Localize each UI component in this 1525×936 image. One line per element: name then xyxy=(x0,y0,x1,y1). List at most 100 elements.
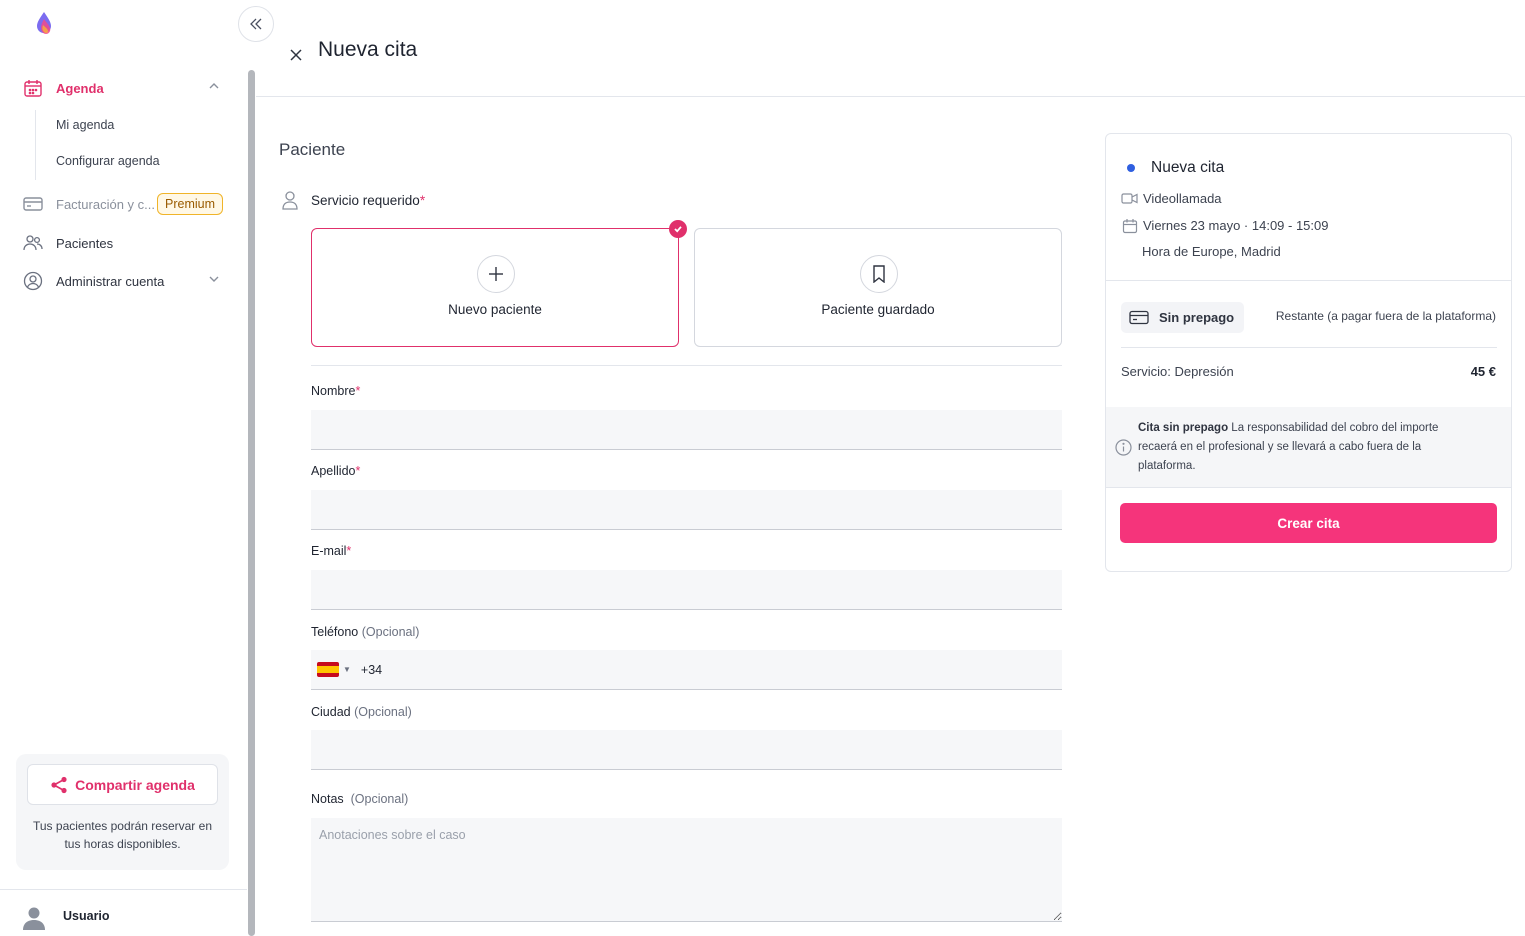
service-label-text: Servicio requerido xyxy=(311,192,420,208)
user-icon xyxy=(282,191,298,210)
bookmark-icon xyxy=(860,255,898,293)
share-agenda-box: Compartir agenda Tus pacientes podrán re… xyxy=(16,754,229,870)
required-mark: * xyxy=(346,544,352,558)
check-icon xyxy=(669,220,687,238)
sidebar-item-label: Administrar cuenta xyxy=(56,273,165,289)
appointment-summary: Nueva cita Videollamada Viernes 23 mayo … xyxy=(1105,133,1512,572)
service-price: 45 € xyxy=(1470,364,1496,379)
info-icon xyxy=(1115,439,1132,456)
users-icon xyxy=(22,232,44,254)
apellido-input[interactable] xyxy=(311,490,1062,530)
notas-label: Notas (Opcional) xyxy=(311,792,408,806)
email-label-text: E-mail xyxy=(311,544,347,558)
page-title: Nueva cita xyxy=(318,38,418,61)
modality-text: Videollamada xyxy=(1143,191,1222,206)
sidebar-item-label: Facturación y c... xyxy=(56,196,155,212)
notice-text: Cita sin prepago La responsabilidad del … xyxy=(1138,419,1468,476)
sidebar-divider xyxy=(0,889,247,890)
chevron-down-icon xyxy=(208,273,220,288)
premium-badge: Premium xyxy=(157,193,224,215)
notas-textarea[interactable] xyxy=(311,818,1062,922)
page-header: Nueva cita xyxy=(256,0,1525,97)
option-label: Nuevo paciente xyxy=(448,302,542,317)
optional-tag: (Opcional) xyxy=(354,705,412,719)
notas-label-text: Notas xyxy=(311,792,344,806)
nombre-label: Nombre* xyxy=(311,384,360,398)
phone-prefix: +34 xyxy=(360,662,383,677)
calendar-icon xyxy=(22,77,44,99)
apellido-label-text: Apellido xyxy=(311,464,356,478)
optional-tag: (Opcional) xyxy=(361,625,420,639)
video-icon xyxy=(1121,190,1138,207)
service-required-label: Servicio requerido * xyxy=(281,190,425,210)
sidebar-scrollbar[interactable] xyxy=(248,70,255,936)
option-paciente-guardado[interactable]: Paciente guardado xyxy=(694,228,1062,347)
notice-bold: Cita sin prepago xyxy=(1138,422,1229,434)
option-nuevo-paciente[interactable]: Nuevo paciente xyxy=(311,220,687,347)
email-label: E-mail* xyxy=(311,544,351,558)
double-chevron-left-icon xyxy=(250,18,262,30)
app-root: Agenda Mi agenda Configurar agenda Factu… xyxy=(0,0,1525,936)
close-icon xyxy=(290,49,302,61)
prepayment-notice: Cita sin prepago La responsabilidad del … xyxy=(1106,407,1511,488)
required-mark: * xyxy=(355,464,361,478)
share-description: Tus pacientes podrán reservar en tus hor… xyxy=(33,819,212,851)
form-divider xyxy=(311,365,1062,366)
sidebar-item-pacientes[interactable]: Pacientes xyxy=(22,232,224,254)
apellido-label: Apellido* xyxy=(311,464,360,478)
calendar-icon xyxy=(1121,217,1138,234)
payment-badge-text: Sin prepago xyxy=(1159,310,1235,325)
share-button-label: Compartir agenda xyxy=(75,776,195,793)
telefono-label-text: Teléfono xyxy=(311,625,359,639)
email-input[interactable] xyxy=(311,570,1062,610)
submenu-line xyxy=(35,110,36,180)
ciudad-input[interactable] xyxy=(311,730,1062,770)
credit-card-icon xyxy=(1129,310,1149,325)
telefono-label: Teléfono (Opcional) xyxy=(311,625,419,639)
chevron-up-icon xyxy=(208,80,220,95)
summary-divider xyxy=(1106,280,1511,281)
datetime-text: Viernes 23 mayo · 14:09 - 15:09 xyxy=(1143,218,1329,233)
account-circle-icon xyxy=(22,270,44,292)
summary-datetime: Viernes 23 mayo · 14:09 - 15:09 xyxy=(1121,217,1329,234)
share-agenda-button[interactable]: Compartir agenda xyxy=(27,764,218,805)
summary-timezone: Hora de Europe, Madrid xyxy=(1142,244,1281,259)
sidebar-item-label: Pacientes xyxy=(56,235,114,251)
summary-modality: Videollamada xyxy=(1121,190,1222,207)
nombre-input[interactable] xyxy=(311,410,1062,450)
status-dot xyxy=(1127,164,1135,172)
brand-logo[interactable] xyxy=(32,10,56,38)
share-icon xyxy=(51,776,67,793)
plus-icon xyxy=(477,255,515,293)
collapse-sidebar-button[interactable] xyxy=(238,6,274,42)
credit-card-icon xyxy=(22,193,44,215)
section-title: Paciente xyxy=(279,140,346,159)
avatar xyxy=(20,902,48,930)
ciudad-label: Ciudad (Opcional) xyxy=(311,705,412,719)
service-name: Servicio: Depresión xyxy=(1121,364,1234,379)
option-label: Paciente guardado xyxy=(821,302,935,317)
create-appointment-button[interactable]: Crear cita xyxy=(1120,503,1497,543)
remaining-text: Restante (a pagar fuera de la plataforma… xyxy=(1275,309,1496,323)
required-mark: * xyxy=(419,192,426,208)
optional-tag: (Opcional) xyxy=(350,792,409,806)
sidebar-item-administrar-cuenta[interactable]: Administrar cuenta xyxy=(22,270,224,292)
sidebar-item-configurar-agenda[interactable]: Configurar agenda xyxy=(56,154,160,168)
summary-title-text: Nueva cita xyxy=(1151,159,1225,176)
caret-down-icon[interactable]: ▼ xyxy=(343,665,351,674)
ciudad-label-text: Ciudad xyxy=(311,705,351,719)
telefono-input[interactable]: ▼ +34 xyxy=(311,650,1062,690)
close-button[interactable] xyxy=(289,48,305,64)
required-mark: * xyxy=(355,384,361,398)
spain-flag-icon[interactable] xyxy=(317,662,339,677)
summary-divider xyxy=(1121,347,1497,348)
sidebar-item-mi-agenda[interactable]: Mi agenda xyxy=(56,118,114,132)
nombre-label-text: Nombre xyxy=(311,384,356,398)
sidebar-item-agenda[interactable]: Agenda xyxy=(22,77,224,99)
user-menu[interactable]: Usuario xyxy=(20,902,110,930)
sidebar: Agenda Mi agenda Configurar agenda Factu… xyxy=(0,0,247,936)
summary-title: Nueva cita xyxy=(1127,159,1224,177)
user-name: Usuario xyxy=(63,909,110,923)
sidebar-item-label: Agenda xyxy=(56,80,104,96)
payment-badge: Sin prepago xyxy=(1121,302,1245,333)
